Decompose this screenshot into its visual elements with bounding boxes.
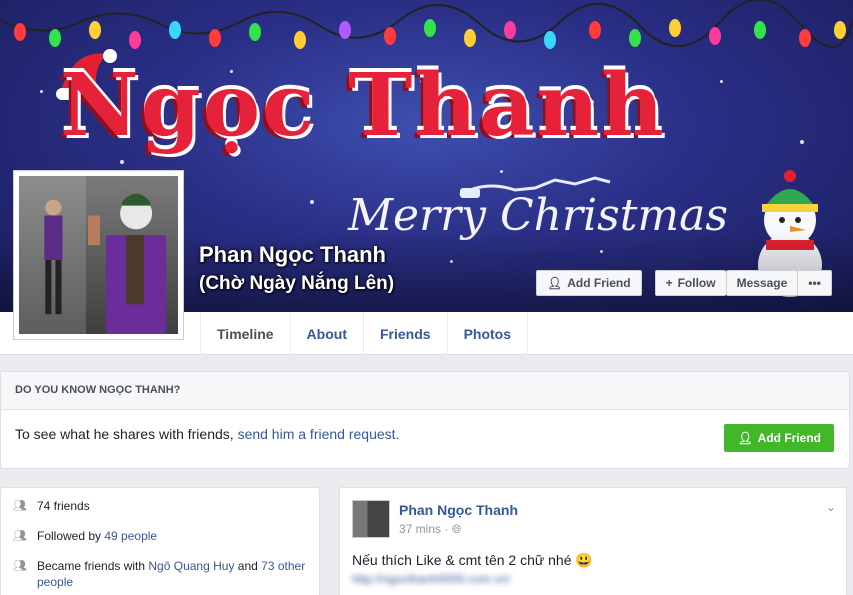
post-link[interactable]: http://ngocthanh0000.com.vn/ — [352, 572, 510, 586]
friends-count[interactable]: 74 friends — [37, 498, 90, 514]
tab-photos[interactable]: Photos — [448, 312, 529, 355]
followers-icon: 👥︎ — [13, 530, 27, 542]
cover-actions: 👤︎ Add Friend + Follow Message ••• — [536, 270, 832, 296]
became-friends-text: Became friends with — [37, 559, 149, 573]
followed-by-row: 👥︎ Followed by 49 people — [13, 528, 307, 544]
do-you-know-heading: DO YOU KNOW NGỌC THANH? — [1, 372, 849, 410]
add-friend-green-button[interactable]: 👤︎ Add Friend — [724, 424, 834, 452]
cover-title: Ngọc Thanh — [60, 55, 666, 156]
send-friend-request-link[interactable]: send him a friend request. — [238, 426, 400, 442]
profile-photo-right — [85, 176, 178, 334]
more-options-button[interactable]: ••• — [797, 270, 832, 296]
message-label: Message — [736, 276, 788, 290]
post-timestamp[interactable]: 37 mins · 🌐︎ — [399, 522, 461, 537]
post-author-avatar[interactable] — [352, 500, 390, 538]
christmas-lights — [0, 0, 853, 49]
friends-count-row: 👥︎ 74 friends — [13, 498, 307, 514]
became-friends-row: 👥︎ Became friends with Ngô Quang Huy and… — [13, 558, 307, 590]
do-you-know-text: To see what he shares with friends, — [15, 426, 238, 442]
chevron-down-icon[interactable]: ⌄ — [826, 500, 836, 514]
followed-by-text: Followed by — [37, 529, 105, 543]
friend-name-link[interactable]: Ngô Quang Huy — [148, 559, 234, 573]
post-time-text: 37 mins · — [399, 522, 452, 536]
add-friend-icon: 👤︎ — [737, 431, 753, 445]
add-friend-icon: 👤︎ — [547, 276, 563, 290]
tab-about[interactable]: About — [291, 312, 364, 355]
add-friend-label: Add Friend — [567, 276, 631, 290]
profile-name[interactable]: Phan Ngọc Thanh — [199, 242, 386, 268]
became-friends-mid: and — [234, 559, 262, 573]
add-friend-green-label: Add Friend — [757, 431, 821, 445]
do-you-know-box: DO YOU KNOW NGỌC THANH? To see what he s… — [0, 371, 850, 469]
more-icon: ••• — [808, 276, 821, 290]
follow-label: Follow — [677, 276, 716, 290]
friends-icon: 👥︎ — [13, 500, 27, 512]
post-text: Nếu thích Like & cmt tên 2 chữ nhé 😃 — [352, 552, 593, 568]
friends-icon: 👥︎ — [13, 560, 27, 572]
globe-icon: 🌐︎ — [451, 522, 462, 536]
message-button[interactable]: Message — [725, 270, 798, 296]
profile-photo-left — [19, 176, 86, 334]
follow-button[interactable]: + Follow — [654, 270, 726, 296]
profile-picture[interactable] — [13, 170, 184, 340]
add-friend-button[interactable]: 👤︎ Add Friend — [536, 270, 642, 296]
plus-icon: + — [665, 276, 673, 290]
profile-alternate-name: (Chờ Ngày Nắng Lên) — [199, 273, 395, 294]
tab-timeline[interactable]: Timeline — [200, 312, 291, 355]
followers-link[interactable]: 49 people — [104, 529, 157, 543]
timeline-post: Phan Ngọc Thanh 37 mins · 🌐︎ ⌄ Nếu thích… — [339, 487, 847, 595]
sleigh-icon — [459, 176, 611, 198]
intro-card: 👥︎ 74 friends 👥︎ Followed by 49 people 👥… — [0, 487, 320, 595]
post-author-name[interactable]: Phan Ngọc Thanh — [399, 502, 518, 518]
tab-friends[interactable]: Friends — [364, 312, 448, 355]
